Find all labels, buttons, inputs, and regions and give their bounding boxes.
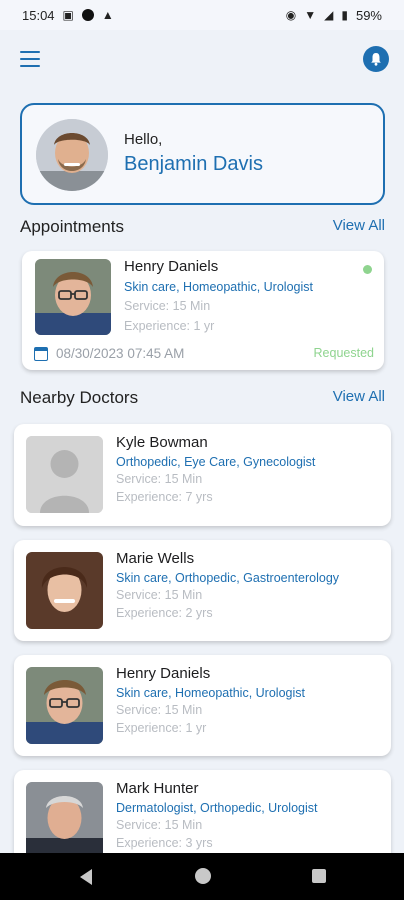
nearby-doctors-title: Nearby Doctors — [20, 388, 139, 407]
doctor-specialties: Orthopedic, Eye Care, Gynecologist — [116, 455, 316, 469]
doctor-name: Henry Daniels — [124, 258, 219, 275]
calendar-icon — [34, 347, 48, 361]
eye-icon: ◉ — [285, 8, 297, 22]
doctor-card[interactable]: Marie Wells Skin care, Orthopedic, Gastr… — [14, 540, 391, 641]
doctor-photo-placeholder — [26, 436, 103, 513]
doctor-photo — [26, 552, 103, 629]
doctor-photo — [26, 667, 103, 744]
appointments-title: Appointments — [20, 217, 124, 236]
doctor-name: Marie Wells — [116, 550, 195, 567]
doctor-card[interactable]: Kyle Bowman Orthopedic, Eye Care, Gyneco… — [14, 424, 391, 526]
doctor-service: Service: 15 Min — [124, 299, 211, 313]
signal-icon: ◢ — [324, 8, 334, 22]
home-circle-icon[interactable] — [195, 868, 211, 884]
doctor-specialties: Skin care, Homeopathic, Urologist — [124, 280, 313, 294]
doctor-name: Kyle Bowman — [116, 434, 208, 451]
doctor-name: Mark Hunter — [116, 780, 199, 797]
circle-icon — [81, 9, 94, 21]
appointment-status-badge: Requested — [313, 346, 374, 360]
doctor-service: Service: 15 Min — [116, 818, 203, 832]
doctor-service: Service: 15 Min — [116, 588, 203, 602]
hamburger-menu-icon[interactable] — [20, 51, 40, 67]
user-circle-icon[interactable] — [363, 46, 389, 72]
doctor-experience: Experience: 2 yrs — [116, 606, 213, 620]
battery-icon: ▮ — [341, 8, 348, 22]
appointment-card[interactable]: Henry Daniels Skin care, Homeopathic, Ur… — [22, 251, 384, 370]
user-name: Benjamin Davis — [124, 153, 263, 175]
doctor-experience: Experience: 7 yrs — [116, 490, 213, 504]
doctor-experience: Experience: 1 yr — [124, 319, 215, 333]
doctor-experience: Experience: 3 yrs — [116, 836, 213, 850]
doctor-photo — [26, 782, 103, 859]
warning-icon: ▲ — [101, 8, 114, 22]
back-triangle-icon[interactable] — [80, 869, 92, 885]
doctor-service: Service: 15 Min — [116, 703, 203, 717]
doctor-specialties: Skin care, Homeopathic, Urologist — [116, 686, 305, 700]
doctor-experience: Experience: 1 yr — [116, 721, 207, 735]
doctor-card[interactable]: Henry Daniels Skin care, Homeopathic, Ur… — [14, 655, 391, 756]
avatar — [36, 119, 108, 191]
doctor-name: Henry Daniels — [116, 665, 211, 682]
status-bar: 15:04 ▣ ▲ ◉ ▼ ◢ ▮ 59% — [0, 0, 404, 30]
greeting-label: Hello, — [124, 131, 163, 148]
doctor-photo — [35, 259, 111, 335]
app-header — [0, 44, 404, 74]
wifi-icon: ▼ — [304, 8, 317, 22]
online-status-icon — [363, 265, 372, 274]
doctor-service: Service: 15 Min — [116, 472, 203, 486]
recents-square-icon[interactable] — [312, 869, 326, 883]
appointment-date: 08/30/2023 07:45 AM — [56, 346, 185, 361]
image-icon: ▣ — [62, 8, 74, 22]
greeting-card: Hello, Benjamin Davis — [20, 103, 385, 205]
doctor-specialties: Dermatologist, Orthopedic, Urologist — [116, 801, 318, 815]
doctor-specialties: Skin care, Orthopedic, Gastroenterology — [116, 571, 340, 585]
battery-percent: 59% — [355, 7, 382, 23]
appointments-view-all-link[interactable]: View All — [333, 217, 385, 234]
system-nav-bar — [0, 853, 404, 900]
status-time: 15:04 — [22, 7, 55, 23]
nearby-view-all-link[interactable]: View All — [333, 388, 385, 405]
